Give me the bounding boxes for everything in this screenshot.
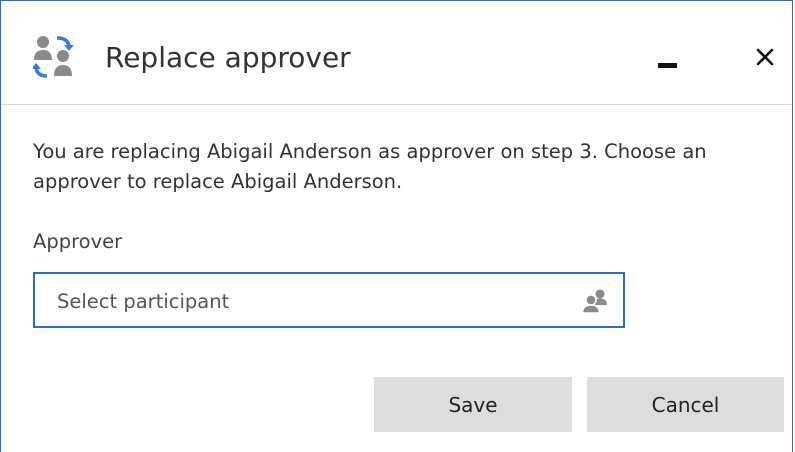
dialog-message: You are replacing Abigail Anderson as ap…	[33, 140, 707, 193]
close-button[interactable]	[741, 31, 789, 79]
minimize-icon	[658, 63, 677, 68]
cancel-button[interactable]: Cancel	[587, 377, 784, 432]
replace-approver-dialog: Replace approver You are replacing Abiga…	[0, 0, 793, 452]
save-button[interactable]: Save	[374, 377, 572, 432]
minimize-button[interactable]	[645, 31, 693, 79]
close-icon	[756, 48, 774, 66]
dialog-title: Replace approver	[105, 41, 351, 74]
approver-field-label: Approver	[33, 230, 123, 253]
participant-input[interactable]	[57, 287, 557, 315]
people-icon[interactable]	[581, 288, 609, 314]
replace-people-icon	[31, 34, 79, 80]
participant-select[interactable]	[33, 272, 625, 328]
dialog-titlebar: Replace approver	[1, 1, 792, 105]
